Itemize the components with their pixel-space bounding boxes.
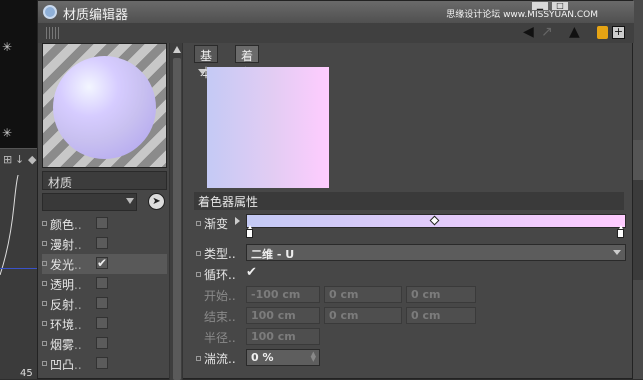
channel-bump[interactable]: 凹凸.. xyxy=(42,354,167,374)
keyframe-dot-icon[interactable] xyxy=(42,281,47,286)
keyframe-dot-icon[interactable] xyxy=(196,251,201,256)
gradient-label: 渐变 xyxy=(204,217,229,231)
lock-icon[interactable] xyxy=(597,26,608,39)
shader-preview xyxy=(207,67,329,188)
gradient-bar[interactable] xyxy=(246,214,626,238)
start-x-field[interactable]: -100 cm xyxy=(246,286,320,303)
side-panel xyxy=(633,0,643,379)
cycle-checkbox[interactable]: ✔ xyxy=(246,266,258,279)
end-y-field[interactable]: 0 cm xyxy=(324,307,402,324)
channel-checkbox[interactable] xyxy=(96,237,108,249)
toolbar: ◀ ↗ ▲ + xyxy=(38,23,634,43)
new-window-icon[interactable]: + xyxy=(612,26,625,39)
keyframe-dot-icon[interactable] xyxy=(42,341,47,346)
stepper-icon[interactable]: ▲ ▼ xyxy=(311,351,316,363)
turbulence-row: 湍流.. 0 % ▲ ▼ xyxy=(194,349,624,367)
material-channels-panel: 材质 ➤ 颜色.. 漫射.. 发光.. ✔ 透明.. 反射.. 环境.. 烟雾.… xyxy=(42,43,169,380)
channel-checkbox[interactable]: ✔ xyxy=(96,257,108,269)
light-icon: ✳ xyxy=(2,40,13,54)
cinema4d-icon xyxy=(43,5,57,19)
expand-arrow-icon[interactable] xyxy=(235,217,240,225)
scrollbar-thumb[interactable] xyxy=(173,58,181,380)
keyframe-dot-icon[interactable] xyxy=(42,321,47,326)
gradient-midpoint-handle[interactable] xyxy=(429,215,440,226)
radius-field[interactable]: 100 cm xyxy=(246,328,320,345)
material-name[interactable]: 材质 xyxy=(42,171,167,190)
keyframe-dot-icon[interactable] xyxy=(196,221,201,226)
forward-arrow-icon[interactable]: ↗ xyxy=(541,24,553,40)
start-y-field[interactable]: 0 cm xyxy=(324,286,402,303)
scroll-up-icon[interactable] xyxy=(173,46,181,53)
window-title: 材质编辑器 xyxy=(63,8,129,23)
cycle-row: 循环.. ✔ xyxy=(194,265,624,283)
channel-fog[interactable]: 烟雾.. xyxy=(42,334,167,354)
collapse-arrow-icon[interactable] xyxy=(198,69,206,74)
end-z-field[interactable]: 0 cm xyxy=(406,307,476,324)
maximize-button[interactable]: □ xyxy=(551,1,569,11)
material-dropdown[interactable] xyxy=(42,193,137,211)
chevron-down-icon xyxy=(126,198,134,204)
keyframe-dot-icon[interactable] xyxy=(42,301,47,306)
radius-label: 半径 xyxy=(204,331,229,345)
channel-checkbox[interactable] xyxy=(96,357,108,369)
minimize-button[interactable]: ▁ xyxy=(531,1,549,11)
gradient-knot-start[interactable] xyxy=(246,225,253,238)
channel-luminance[interactable]: 发光.. ✔ xyxy=(42,254,167,274)
move-icon[interactable]: ◆ xyxy=(28,153,36,166)
channel-color[interactable]: 颜色.. xyxy=(42,214,167,234)
tab-basic[interactable]: 基本 xyxy=(194,45,219,80)
start-row: 开始.. -100 cm 0 cm 0 cm xyxy=(194,286,624,304)
start-label: 开始 xyxy=(204,289,229,303)
keyframe-dot-icon[interactable] xyxy=(42,241,47,246)
material-preview[interactable] xyxy=(42,43,167,168)
arrow-down-icon[interactable]: ↓ xyxy=(15,153,24,166)
turbulence-field[interactable]: 0 % ▲ ▼ xyxy=(246,349,320,366)
end-label: 结束 xyxy=(204,310,229,324)
pointer-icon[interactable]: ▲ xyxy=(569,24,580,40)
grid-icon[interactable]: ⊞ xyxy=(3,153,12,166)
keyframe-dot-icon[interactable] xyxy=(42,221,47,226)
keyframe-dot-icon[interactable] xyxy=(196,356,201,361)
section-title: 着色器属性 xyxy=(194,192,624,210)
grip-icon[interactable] xyxy=(46,27,60,39)
channel-checkbox[interactable] xyxy=(96,277,108,289)
channel-checkbox[interactable] xyxy=(96,217,108,229)
back-arrow-icon[interactable]: ◀ xyxy=(523,24,534,40)
timeline-marker xyxy=(0,268,40,269)
end-row: 结束.. 100 cm 0 cm 0 cm xyxy=(194,307,624,325)
cycle-label: 循环 xyxy=(204,268,229,282)
channel-diffusion[interactable]: 漫射.. xyxy=(42,234,167,254)
gradient-knot-end[interactable] xyxy=(617,225,624,238)
gradient-row: 渐变 xyxy=(194,214,626,238)
shader-properties-panel: 基本 着色器 着色器属性 渐变 类型.. 二维 - U 循 xyxy=(190,43,626,380)
fcurve xyxy=(0,175,20,275)
channel-checkbox[interactable] xyxy=(96,337,108,349)
chevron-down-icon xyxy=(613,250,621,255)
keyframe-dot-icon[interactable] xyxy=(42,261,47,266)
turbulence-label: 湍流 xyxy=(204,352,229,366)
channel-environment[interactable]: 环境.. xyxy=(42,314,167,334)
channel-checkbox[interactable] xyxy=(96,317,108,329)
end-x-field[interactable]: 100 cm xyxy=(246,307,320,324)
preview-sphere xyxy=(53,56,156,159)
watermark: 思缘设计论坛 www.MISSYUAN.COM xyxy=(446,10,598,20)
type-select[interactable]: 二维 - U xyxy=(246,244,626,261)
keyframe-dot-icon[interactable] xyxy=(196,272,201,277)
type-row: 类型.. 二维 - U xyxy=(194,244,626,262)
scrollbar[interactable] xyxy=(169,43,183,380)
channel-checkbox[interactable] xyxy=(96,297,108,309)
start-z-field[interactable]: 0 cm xyxy=(406,286,476,303)
channel-reflection[interactable]: 反射.. xyxy=(42,294,167,314)
title-bar[interactable]: 材质编辑器 思缘设计论坛 www.MISSYUAN.COM ▁ □ xyxy=(38,1,634,23)
cursor-icon[interactable]: ➤ xyxy=(148,193,165,210)
radius-row: 半径.. 100 cm xyxy=(194,328,624,346)
light-icon: ✳ xyxy=(2,126,13,140)
material-editor-window: 材质编辑器 思缘设计论坛 www.MISSYUAN.COM ▁ □ ◀ ↗ ▲ … xyxy=(37,0,634,380)
keyframe-dot-icon[interactable] xyxy=(42,361,47,366)
tab-shader[interactable]: 着色器 xyxy=(235,45,260,97)
channel-transparency[interactable]: 透明.. xyxy=(42,274,167,294)
type-label: 类型 xyxy=(204,247,229,261)
frame-number: 45 xyxy=(20,368,33,379)
